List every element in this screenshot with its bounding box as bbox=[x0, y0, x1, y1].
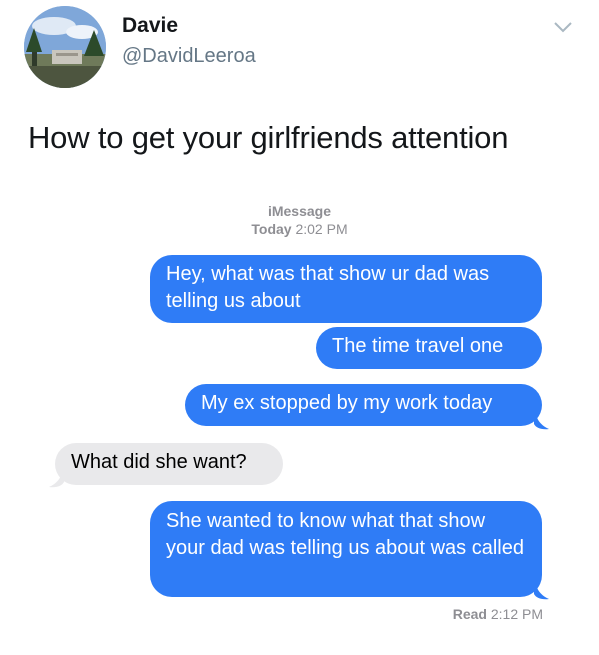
tweet-text: How to get your girlfriends attention bbox=[28, 120, 509, 155]
chevron-down-icon[interactable] bbox=[552, 20, 574, 34]
bubble-tail-icon bbox=[534, 412, 549, 430]
read-receipt: Read 2:12 PM bbox=[453, 606, 543, 622]
conversation-timestamp: Today 2:02 PM bbox=[0, 221, 599, 237]
sent-message-bubble: She wanted to know what that show your d… bbox=[150, 501, 542, 597]
read-label: Read bbox=[452, 606, 487, 622]
message-text: What did she want? bbox=[71, 451, 247, 473]
sent-message-bubble: The time travel one bbox=[316, 327, 542, 369]
avatar[interactable] bbox=[24, 6, 106, 88]
bubble-tail-icon bbox=[49, 470, 64, 488]
bubble-tail-icon bbox=[534, 582, 549, 600]
message-text: She wanted to know what that show your d… bbox=[166, 510, 524, 559]
received-message-bubble: What did she want? bbox=[55, 443, 283, 485]
time-label: 2:02 PM bbox=[295, 221, 348, 237]
read-time: 2:12 PM bbox=[490, 606, 543, 622]
message-text: Hey, what was that show ur dad was telli… bbox=[166, 263, 490, 312]
message-text: The time travel one bbox=[332, 335, 504, 357]
sent-message-bubble: My ex stopped by my work today bbox=[185, 384, 542, 426]
display-name[interactable]: Davie bbox=[122, 14, 178, 38]
sent-message-bubble: Hey, what was that show ur dad was telli… bbox=[150, 255, 542, 323]
day-label: Today bbox=[251, 221, 292, 237]
user-handle[interactable]: @DavidLeeroa bbox=[122, 45, 256, 68]
service-label: iMessage bbox=[267, 203, 332, 219]
message-text: My ex stopped by my work today bbox=[201, 392, 493, 414]
